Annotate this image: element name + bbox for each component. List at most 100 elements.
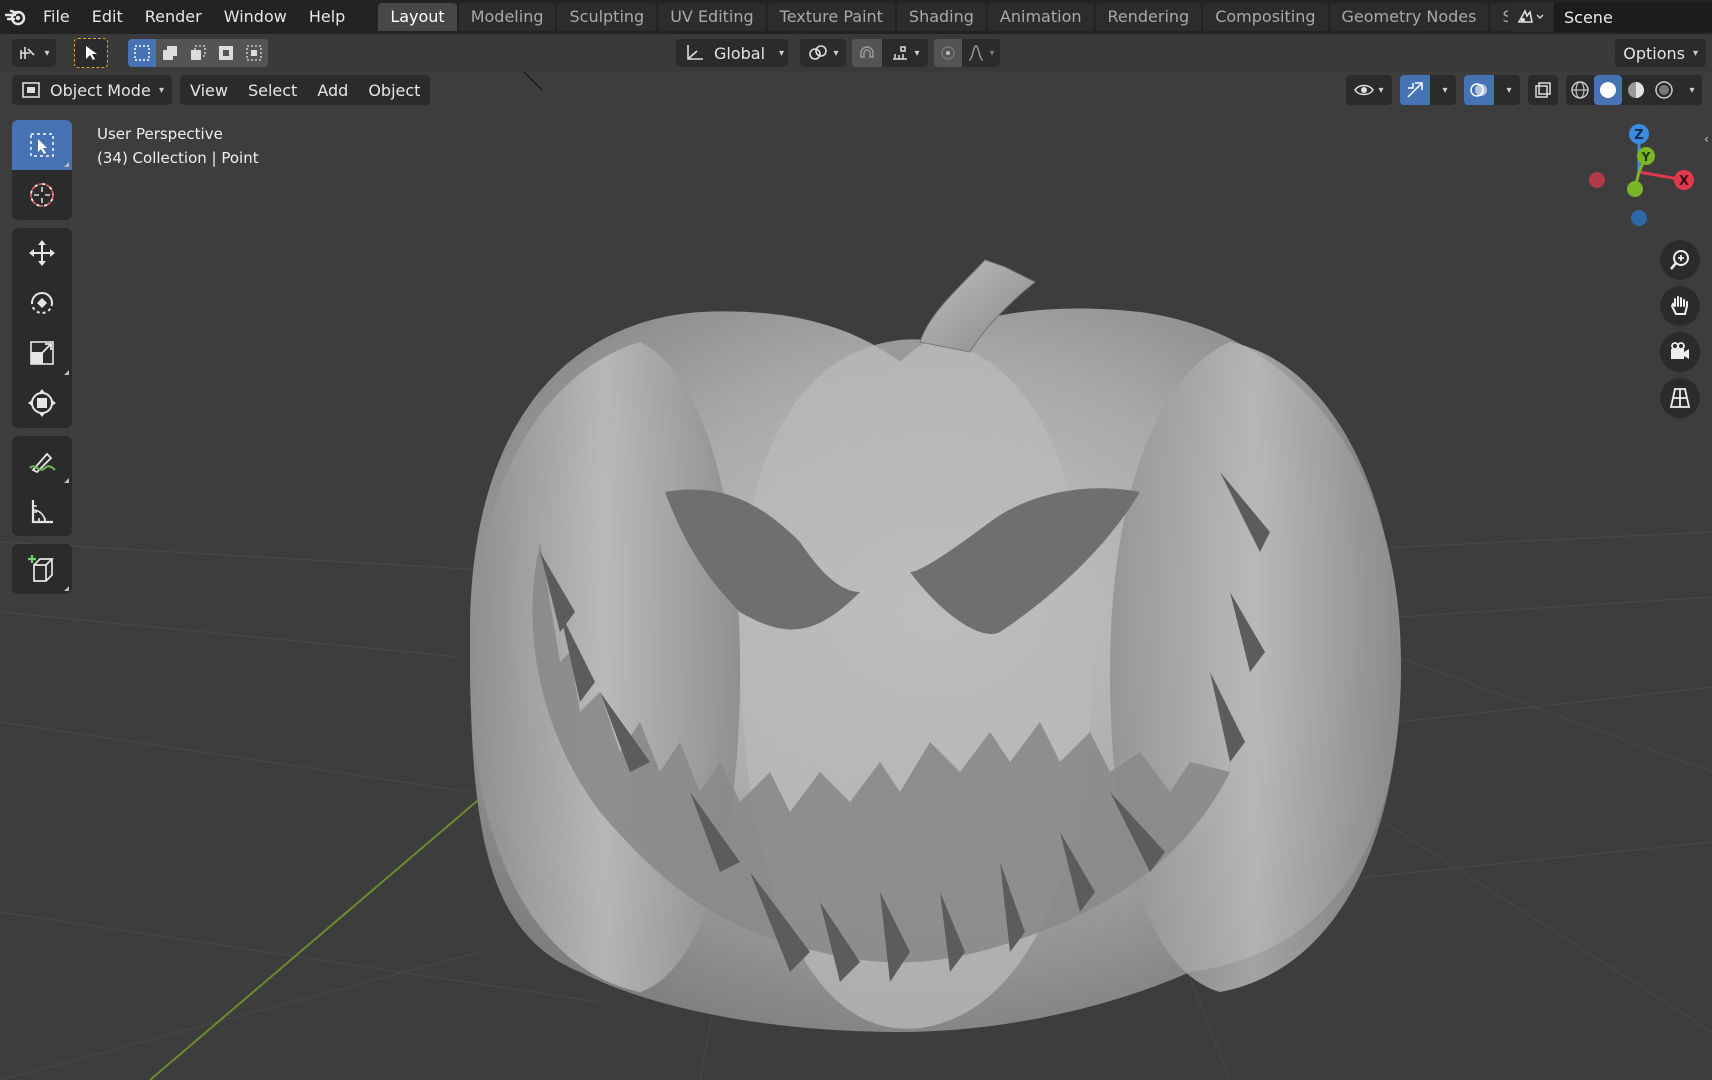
gizmo-dropdown[interactable]: ▾ bbox=[1430, 75, 1456, 105]
shading-material[interactable] bbox=[1622, 75, 1650, 105]
orientation-axes-icon bbox=[687, 45, 703, 60]
pivot-point-dropdown[interactable]: ▾ bbox=[800, 39, 846, 67]
gizmo-y[interactable]: Y bbox=[1637, 147, 1655, 165]
editor-type-button[interactable]: ▾ bbox=[12, 39, 56, 67]
active-tool-button[interactable] bbox=[74, 38, 108, 68]
scene-icon[interactable] bbox=[1508, 2, 1554, 32]
tool-annotate[interactable] bbox=[12, 436, 72, 486]
transform-icon bbox=[28, 389, 56, 417]
tool-submenu-marker bbox=[64, 478, 69, 483]
tool-measure[interactable] bbox=[12, 486, 72, 536]
chevron-down-icon: ▾ bbox=[833, 47, 839, 59]
tool-select-box[interactable] bbox=[12, 120, 72, 170]
tab-rendering[interactable]: Rendering bbox=[1095, 3, 1202, 31]
tab-modeling[interactable]: Modeling bbox=[458, 3, 556, 31]
menu-render[interactable]: Render bbox=[134, 3, 213, 31]
select-new-icon bbox=[134, 45, 150, 61]
gizmo-toggle-group: ▾ bbox=[1400, 75, 1456, 105]
overlays-dropdown[interactable]: ▾ bbox=[1494, 75, 1520, 105]
snap-toggle-button[interactable] bbox=[852, 39, 882, 67]
tab-texture-paint[interactable]: Texture Paint bbox=[767, 3, 895, 31]
blender-logo-icon[interactable] bbox=[0, 0, 32, 34]
transform-orientation-dropdown[interactable]: Global ▾ bbox=[676, 39, 788, 67]
shading-rendered[interactable] bbox=[1650, 75, 1678, 105]
options-label: Options bbox=[1623, 43, 1685, 63]
3d-viewport[interactable] bbox=[0, 72, 1712, 1080]
scene-selector[interactable]: Scene bbox=[1508, 2, 1712, 32]
tab-layout[interactable]: Layout bbox=[378, 3, 457, 31]
tool-move[interactable] bbox=[12, 228, 72, 278]
falloff-dropdown[interactable]: ▾ bbox=[962, 39, 1000, 67]
tool-group-annotate bbox=[12, 436, 72, 536]
chevron-down-icon: ▾ bbox=[1378, 84, 1384, 96]
select-subtract-icon bbox=[191, 45, 206, 60]
tool-rotate[interactable] bbox=[12, 278, 72, 328]
select-intersect-icon bbox=[246, 45, 262, 61]
select-new-button[interactable] bbox=[128, 39, 156, 67]
menu-window[interactable]: Window bbox=[213, 3, 298, 31]
navigation-buttons bbox=[1660, 240, 1704, 424]
pan-button[interactable] bbox=[1660, 286, 1700, 326]
tab-sculpting[interactable]: Sculpting bbox=[557, 3, 657, 31]
tool-transform[interactable] bbox=[12, 378, 72, 428]
gizmo-neg-z[interactable] bbox=[1631, 210, 1647, 226]
menu-help[interactable]: Help bbox=[298, 3, 356, 31]
menu-select[interactable]: Select bbox=[238, 81, 307, 100]
zoom-button[interactable] bbox=[1660, 240, 1700, 280]
gizmo-x-label: X bbox=[1679, 174, 1689, 189]
overlays-toggle[interactable] bbox=[1464, 75, 1494, 105]
tool-group-transform bbox=[12, 228, 72, 428]
tab-uv-editing[interactable]: UV Editing bbox=[658, 3, 766, 31]
select-extend-button[interactable] bbox=[156, 39, 184, 67]
shading-wireframe[interactable] bbox=[1566, 75, 1594, 105]
visibility-dropdown[interactable]: ▾ bbox=[1346, 75, 1392, 105]
gizmo-neg-y[interactable] bbox=[1627, 181, 1643, 197]
chevron-down-icon: ▾ bbox=[989, 47, 995, 59]
perspective-label: User Perspective bbox=[97, 125, 223, 143]
chevron-down-icon: ▾ bbox=[44, 47, 50, 59]
pumpkin-mesh[interactable] bbox=[470, 259, 1401, 1032]
shading-dropdown[interactable]: ▾ bbox=[1678, 75, 1702, 105]
menu-edit[interactable]: Edit bbox=[81, 3, 134, 31]
select-invert-button[interactable] bbox=[212, 39, 240, 67]
sidebar-expand-icon[interactable]: ‹ bbox=[1704, 132, 1709, 146]
xray-toggle[interactable] bbox=[1528, 75, 1558, 105]
camera-view-button[interactable] bbox=[1660, 332, 1700, 372]
menu-view[interactable]: View bbox=[180, 81, 238, 100]
proportional-edit-toggle[interactable] bbox=[934, 39, 962, 67]
gizmo-x[interactable]: X bbox=[1674, 170, 1694, 190]
overlay-toggle-group: ▾ bbox=[1464, 75, 1520, 105]
select-subtract-button[interactable] bbox=[184, 39, 212, 67]
snap-increment-icon bbox=[893, 46, 908, 60]
select-intersect-button[interactable] bbox=[240, 39, 268, 67]
chevron-down-icon: ▾ bbox=[158, 84, 164, 96]
cursor-icon bbox=[30, 183, 54, 207]
select-extend-icon bbox=[163, 46, 177, 60]
menu-add[interactable]: Add bbox=[307, 81, 358, 100]
shading-solid[interactable] bbox=[1594, 75, 1622, 105]
viewport-canvas[interactable] bbox=[0, 72, 1712, 1080]
camera-view-icon bbox=[1671, 342, 1689, 359]
tab-animation[interactable]: Animation bbox=[987, 3, 1094, 31]
tool-cursor[interactable] bbox=[12, 170, 72, 220]
menu-file[interactable]: File bbox=[32, 3, 81, 31]
ortho-toggle-button[interactable] bbox=[1660, 378, 1700, 418]
options-dropdown[interactable]: Options ▾ bbox=[1615, 39, 1706, 67]
tool-submenu-marker bbox=[64, 162, 69, 167]
menu-object[interactable]: Object bbox=[358, 81, 430, 100]
tab-geometry-nodes[interactable]: Geometry Nodes bbox=[1329, 3, 1489, 31]
tool-scale[interactable] bbox=[12, 328, 72, 378]
gizmo-neg-x[interactable] bbox=[1589, 172, 1605, 188]
object-mode-dropdown[interactable]: Object Mode ▾ bbox=[12, 75, 172, 105]
navigation-gizmo[interactable]: Z Y X bbox=[1580, 118, 1710, 238]
gizmo-z[interactable]: Z bbox=[1629, 124, 1649, 144]
gizmo-toggle[interactable] bbox=[1400, 75, 1430, 105]
tab-shading[interactable]: Shading bbox=[896, 3, 986, 31]
grid-ortho-icon bbox=[1669, 388, 1691, 408]
wireframe-sphere-icon bbox=[1571, 81, 1589, 99]
tool-settings-header: ▾ Global ▾ ▾ ▾ ▾ Options ▾ bbox=[0, 34, 1712, 72]
pivot-link-icon bbox=[809, 45, 828, 60]
tab-compositing[interactable]: Compositing bbox=[1203, 3, 1328, 31]
snap-target-dropdown[interactable]: ▾ bbox=[882, 39, 928, 67]
tool-add-cube[interactable] bbox=[12, 544, 72, 594]
